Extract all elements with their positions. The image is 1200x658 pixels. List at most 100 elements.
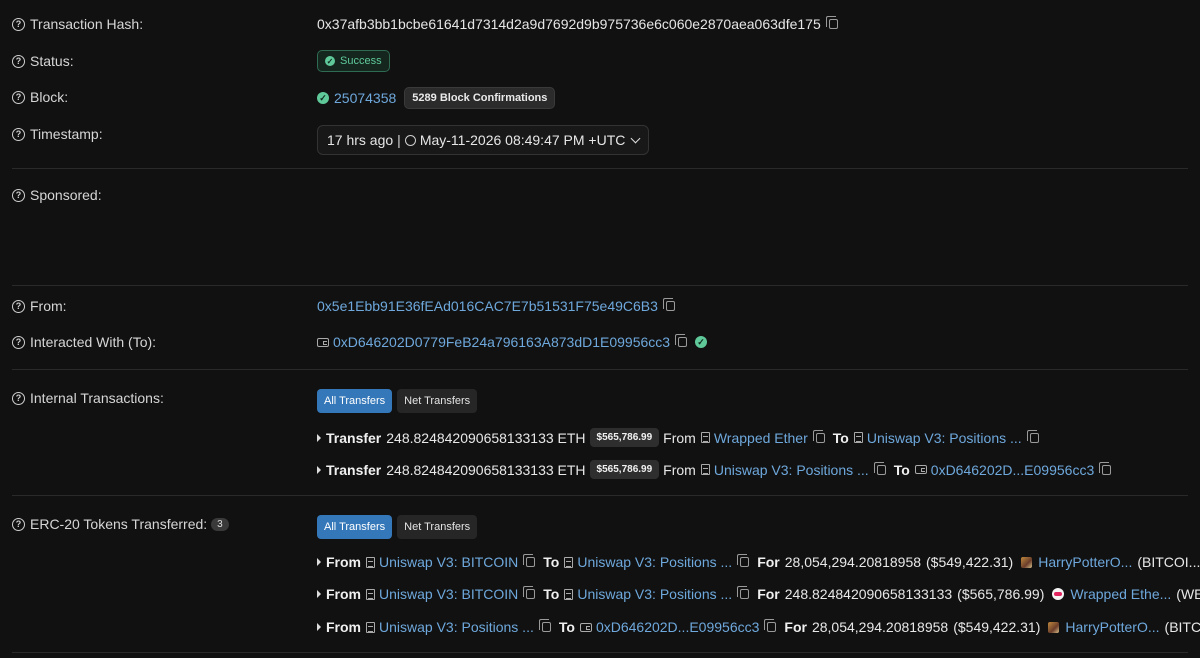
- to-link[interactable]: Uniswap V3: Positions ...: [867, 430, 1022, 446]
- token-symbol: (WETH): [1176, 586, 1200, 602]
- help-icon[interactable]: ?: [12, 188, 25, 202]
- copy-icon[interactable]: [737, 554, 750, 567]
- help-icon[interactable]: ?: [12, 391, 25, 405]
- token-logo-icon: [1021, 556, 1033, 568]
- contract-icon: [366, 621, 375, 633]
- from-label: From:: [30, 298, 67, 314]
- to-label: Interacted With (To):: [30, 334, 157, 350]
- token-link[interactable]: HarryPotterO...: [1038, 554, 1132, 570]
- caret-right-icon[interactable]: [317, 623, 321, 631]
- copy-icon[interactable]: [662, 298, 675, 311]
- from-link[interactable]: Uniswap V3: Positions ...: [714, 462, 869, 478]
- caret-right-icon[interactable]: [317, 590, 321, 598]
- contract-icon: [564, 556, 574, 568]
- from-keyword: From: [663, 461, 696, 478]
- copy-icon[interactable]: [737, 586, 750, 599]
- token-amount: 248.824842090658133133: [784, 586, 953, 602]
- erc20-count-badge: 3: [211, 517, 229, 531]
- separator: |: [397, 132, 401, 148]
- from-address-link[interactable]: 0x5e1Ebb91E36fEAd016CAC7E7b51531F75e49C6…: [317, 298, 658, 314]
- contract-icon: [700, 464, 710, 475]
- to-link[interactable]: 0xD646202D...E09956cc3: [931, 462, 1094, 478]
- to-keyword: To: [543, 554, 560, 570]
- contract-icon: [564, 588, 574, 600]
- to-link[interactable]: 0xD646202D...E09956cc3: [596, 619, 759, 635]
- timestamp-value: May-11-2026 08:49:47 PM +UTC: [419, 132, 626, 148]
- tx-age: 17 hrs ago: [327, 132, 394, 148]
- status-text: Success: [340, 55, 382, 67]
- divider: [12, 369, 1188, 370]
- from-keyword: From: [663, 429, 696, 446]
- tx-hash-value: 0x37afb3bb1bcbe61641d7314d2a9d7692d9b975…: [317, 16, 821, 32]
- copy-icon[interactable]: [1099, 461, 1112, 475]
- copy-icon[interactable]: [764, 619, 777, 632]
- tab-net-transfers[interactable]: Net Transfers: [397, 515, 478, 539]
- divider: [12, 495, 1188, 496]
- from-link[interactable]: Uniswap V3: BITCOIN: [379, 586, 518, 602]
- help-icon[interactable]: ?: [12, 517, 25, 531]
- block-number-link[interactable]: 25074358: [334, 90, 396, 106]
- wallet-icon: [317, 337, 329, 347]
- copy-icon[interactable]: [873, 461, 886, 475]
- copy-icon[interactable]: [1026, 429, 1039, 443]
- usd-value: ($565,786.99): [957, 586, 1045, 602]
- confirmations-badge: 5289 Block Confirmations: [404, 87, 556, 109]
- from-keyword: From: [326, 586, 361, 602]
- to-keyword: To: [832, 429, 849, 446]
- to-link[interactable]: Uniswap V3: Positions ...: [577, 586, 732, 602]
- from-link[interactable]: Uniswap V3: Positions ...: [379, 619, 534, 635]
- internal-tx-label: Internal Transactions:: [30, 390, 164, 406]
- divider: [12, 285, 1188, 286]
- status-label: Status:: [30, 53, 74, 69]
- tab-net-transfers[interactable]: Net Transfers: [397, 389, 478, 413]
- weth-logo-icon: [1052, 588, 1065, 600]
- timestamp-dropdown[interactable]: 17 hrs ago | May-11-2026 08:49:47 PM +UT…: [317, 125, 650, 155]
- token-symbol: (BITCOI...): [1137, 554, 1200, 570]
- token-link[interactable]: HarryPotterO...: [1065, 619, 1159, 635]
- tx-hash-label: Transaction Hash:: [30, 16, 144, 32]
- status-badge: ✓ Success: [317, 50, 390, 72]
- from-link[interactable]: Wrapped Ether: [714, 430, 808, 446]
- usd-value: ($549,422.31): [926, 554, 1014, 570]
- token-amount: 28,054,294.20818958: [784, 554, 922, 570]
- block-label: Block:: [30, 89, 69, 105]
- sponsored-label: Sponsored:: [30, 187, 102, 203]
- to-link[interactable]: Uniswap V3: Positions ...: [577, 554, 732, 570]
- help-icon[interactable]: ?: [12, 54, 25, 68]
- verified-check-icon: ✓: [695, 336, 708, 348]
- from-link[interactable]: Uniswap V3: BITCOIN: [379, 554, 518, 570]
- token-link[interactable]: Wrapped Ethe...: [1070, 586, 1171, 602]
- copy-icon[interactable]: [523, 554, 536, 567]
- for-keyword: For: [757, 586, 780, 602]
- token-amount: 28,054,294.20818958: [811, 619, 949, 635]
- copy-icon[interactable]: [812, 429, 825, 443]
- contract-icon: [366, 556, 375, 568]
- copy-icon[interactable]: [675, 334, 688, 347]
- tab-all-transfers[interactable]: All Transfers: [317, 389, 393, 413]
- help-icon[interactable]: ?: [12, 90, 25, 104]
- transfer-amount: 248.824842090658133133 ETH: [386, 461, 586, 478]
- caret-right-icon[interactable]: [317, 465, 321, 474]
- help-icon[interactable]: ?: [12, 299, 25, 313]
- caret-right-icon[interactable]: [317, 433, 321, 442]
- copy-icon[interactable]: [538, 619, 551, 632]
- caret-right-icon[interactable]: [317, 558, 321, 566]
- for-keyword: For: [784, 619, 807, 635]
- tx-hash-label-wrap: ? Transaction Hash:: [12, 16, 143, 32]
- help-icon[interactable]: ?: [12, 335, 25, 349]
- to-keyword: To: [893, 461, 910, 478]
- help-icon[interactable]: ?: [12, 17, 25, 31]
- timestamp-label: Timestamp:: [30, 126, 103, 142]
- help-icon[interactable]: ?: [12, 127, 25, 141]
- transfer-amount: 248.824842090658133133 ETH: [386, 429, 586, 446]
- tab-all-transfers[interactable]: All Transfers: [317, 515, 393, 539]
- usd-value-badge: $565,786.99: [589, 460, 660, 479]
- for-keyword: For: [757, 554, 780, 570]
- copy-icon[interactable]: [825, 16, 838, 29]
- copy-icon[interactable]: [523, 586, 536, 599]
- wallet-icon: [914, 465, 927, 474]
- to-address-link[interactable]: 0xD646202D0779FeB24a796163A873dD1E09956c…: [333, 334, 670, 350]
- erc20-label: ERC-20 Tokens Transferred:: [30, 516, 208, 532]
- check-circle-icon: ✓: [325, 56, 335, 66]
- token-symbol: (BITCOI...): [1164, 619, 1200, 635]
